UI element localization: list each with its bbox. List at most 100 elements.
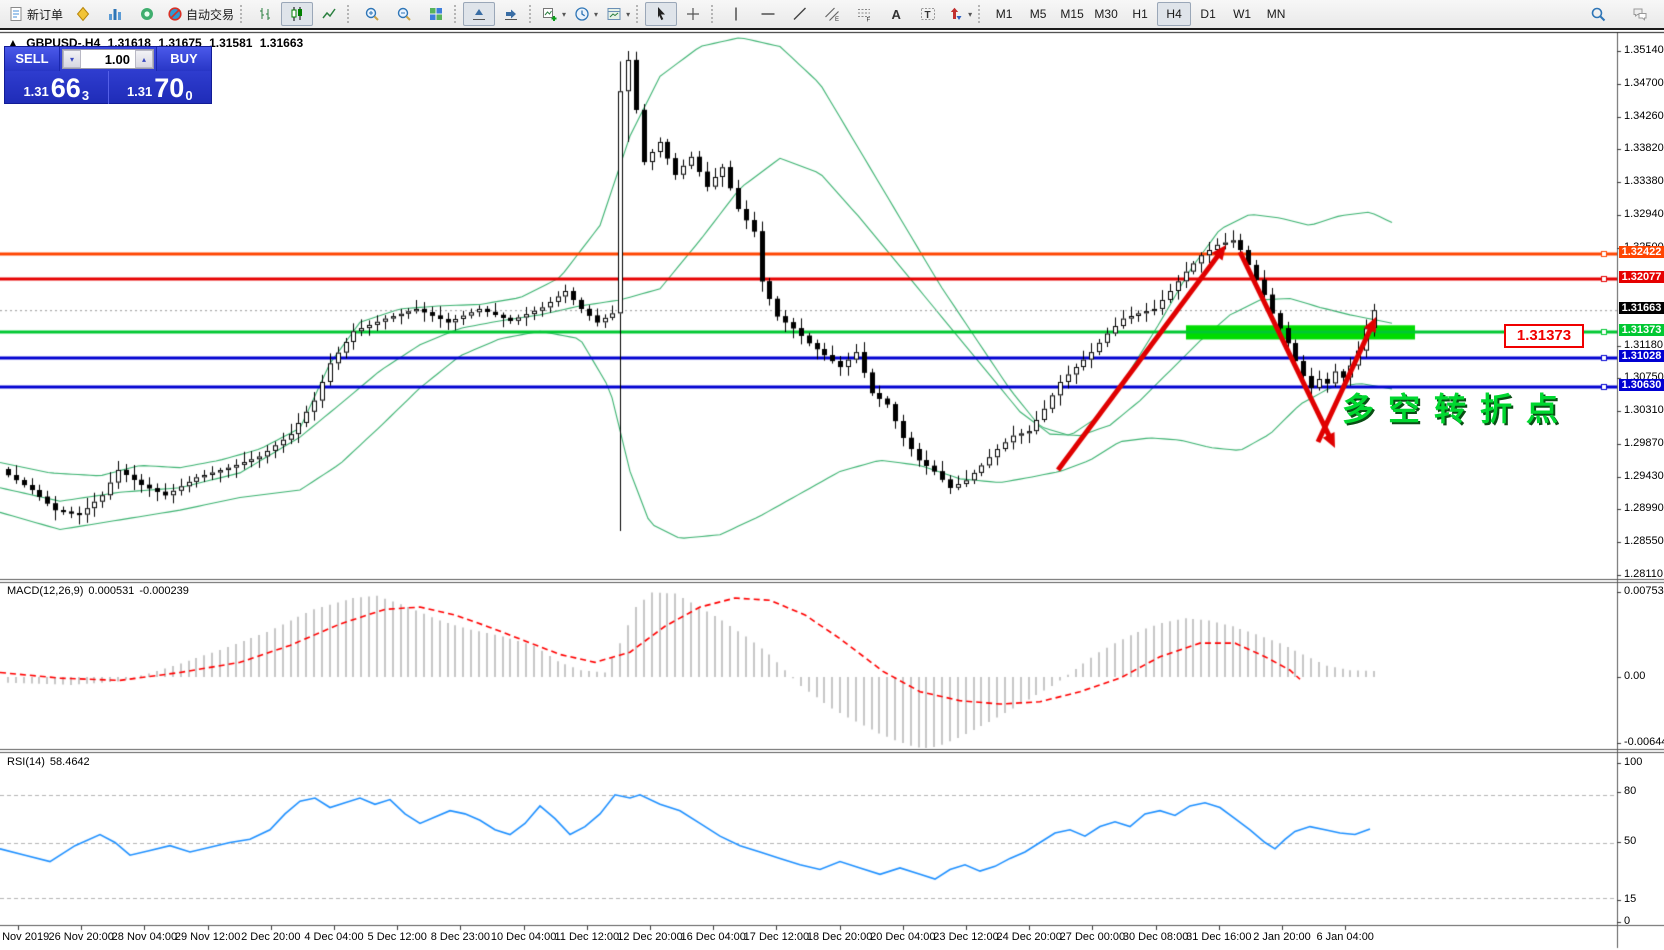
buy-price-prefix: 1.31 bbox=[127, 82, 152, 102]
bars-chart-button[interactable] bbox=[249, 2, 281, 26]
tf-m15-button[interactable]: M15 bbox=[1055, 2, 1089, 26]
toolbar-right bbox=[1582, 2, 1656, 26]
channel-icon: E bbox=[824, 6, 840, 22]
chat-button[interactable] bbox=[1624, 2, 1656, 26]
date-tick-label: 26 Nov 20:00 bbox=[48, 931, 113, 943]
zoom-in-button[interactable] bbox=[356, 2, 388, 26]
buy-button[interactable]: BUY bbox=[156, 47, 211, 71]
tf-w1-button[interactable]: W1 bbox=[1225, 2, 1259, 26]
rsi-indicator-label: RSI(14)58.4642 bbox=[7, 756, 95, 768]
templates-button[interactable]: ▾ bbox=[602, 2, 634, 26]
tf-m1-label: M1 bbox=[996, 7, 1013, 21]
macd-name: MACD(12,26,9) bbox=[7, 585, 83, 597]
tf-mn-label: MN bbox=[1267, 7, 1286, 21]
periods-button[interactable]: ▾ bbox=[570, 2, 602, 26]
trendline-button[interactable] bbox=[784, 2, 816, 26]
price-tick-label: 1.34260 bbox=[1624, 110, 1664, 122]
zoom-out-button[interactable] bbox=[388, 2, 420, 26]
toolbar: 新订单自动交易▾▾▾EFAT▾M1M5M15M30H1H4D1W1MN bbox=[0, 0, 1664, 30]
text-button[interactable]: A bbox=[880, 2, 912, 26]
vertical-line-button[interactable] bbox=[720, 2, 752, 26]
rsi-tick-label: 15 bbox=[1624, 893, 1636, 905]
macd-tick-label: 0.007538 bbox=[1624, 585, 1664, 597]
volume-down-button[interactable]: ▾ bbox=[63, 50, 81, 68]
mt4-window: 新订单自动交易▾▾▾EFAT▾M1M5M15M30H1H4D1W1MN ▲ GB… bbox=[0, 0, 1664, 950]
tf-h1-button[interactable]: H1 bbox=[1123, 2, 1157, 26]
price-tick-label: 1.30310 bbox=[1624, 404, 1664, 416]
alerts-button[interactable] bbox=[131, 2, 163, 26]
fibonacci-button[interactable]: F bbox=[848, 2, 880, 26]
toolbar-separator bbox=[240, 5, 245, 23]
date-tick-label: 16 Dec 04:00 bbox=[680, 931, 745, 943]
tf-h4-button[interactable]: H4 bbox=[1157, 2, 1191, 26]
date-tick-label: 12 Dec 20:00 bbox=[617, 931, 682, 943]
hline-price-label: 1.32077 bbox=[1619, 271, 1664, 283]
tf-d1-button[interactable]: D1 bbox=[1191, 2, 1225, 26]
chevron-down-icon: ▾ bbox=[562, 10, 566, 19]
crosshair-icon bbox=[685, 6, 701, 22]
price-tick-label: 1.28110 bbox=[1624, 568, 1663, 580]
hline-price-label: 1.30630 bbox=[1619, 379, 1664, 391]
svg-text:A: A bbox=[892, 7, 902, 22]
hline-icon bbox=[760, 6, 776, 22]
new-order-button[interactable]: 新订单 bbox=[4, 2, 67, 26]
arrows-button[interactable]: ▾ bbox=[944, 2, 976, 26]
chart-shift-icon bbox=[471, 6, 487, 22]
sell-price[interactable]: 1.31 66 3 bbox=[5, 71, 109, 104]
toolbar-group-draw-objects: E FAT▾ bbox=[720, 1, 976, 27]
horizontal-line-button[interactable] bbox=[752, 2, 784, 26]
date-tick-label: 23 Dec 12:00 bbox=[933, 931, 998, 943]
symbol-search-button[interactable] bbox=[1582, 2, 1614, 26]
autotrading-button[interactable]: 自动交易 bbox=[163, 2, 238, 26]
tf-m30-button[interactable]: M30 bbox=[1089, 2, 1123, 26]
tf-mn-button[interactable]: MN bbox=[1259, 2, 1293, 26]
date-tick-label: 17 Dec 12:00 bbox=[744, 931, 809, 943]
tile-windows-button[interactable] bbox=[420, 2, 452, 26]
price-tick-label: 1.29870 bbox=[1624, 437, 1664, 449]
new-chart-button[interactable]: ▾ bbox=[538, 2, 570, 26]
chart-shift-button[interactable] bbox=[463, 2, 495, 26]
sell-button[interactable]: SELL bbox=[5, 47, 60, 71]
chat-icon bbox=[1632, 6, 1648, 22]
crosshair-button[interactable] bbox=[677, 2, 709, 26]
line-chart-button[interactable] bbox=[313, 2, 345, 26]
date-tick-label: 25 Nov 2019 bbox=[0, 931, 49, 943]
market-watch-button[interactable] bbox=[67, 2, 99, 26]
template-icon bbox=[606, 6, 622, 22]
date-tick-label: 20 Dec 04:00 bbox=[870, 931, 935, 943]
cursor-button[interactable] bbox=[645, 2, 677, 26]
zoom-in-icon bbox=[364, 6, 380, 22]
toolbar-separator bbox=[529, 5, 534, 23]
alerts-icon bbox=[139, 6, 155, 22]
candles-chart-button[interactable] bbox=[281, 2, 313, 26]
buy-price-big: 70 bbox=[154, 75, 184, 102]
rsi-tick-label: 100 bbox=[1624, 756, 1642, 768]
tf-m5-label: M5 bbox=[1030, 7, 1047, 21]
volume-input[interactable]: 1.00 bbox=[81, 50, 135, 68]
date-tick-label: 18 Dec 20:00 bbox=[807, 931, 872, 943]
data-window-button[interactable] bbox=[99, 2, 131, 26]
text-label-button[interactable]: T bbox=[912, 2, 944, 26]
search-icon bbox=[1590, 6, 1606, 22]
date-tick-label: 31 Dec 16:00 bbox=[1186, 931, 1251, 943]
text-icon: A bbox=[888, 6, 904, 22]
one-click-trading-panel: SELL ▾ 1.00 ▴ BUY 1.31 66 3 1.31 70 0 bbox=[4, 46, 212, 104]
turning-point-annotation[interactable]: 多空转折点 bbox=[1342, 384, 1572, 430]
equidistant-channel-button[interactable]: E bbox=[816, 2, 848, 26]
chart-canvas[interactable] bbox=[0, 0, 1664, 950]
chevron-down-icon: ▾ bbox=[594, 10, 598, 19]
volume-up-button[interactable]: ▴ bbox=[135, 50, 153, 68]
buy-price[interactable]: 1.31 70 0 bbox=[109, 71, 212, 104]
svg-text:E: E bbox=[835, 17, 839, 22]
price-annotation-box[interactable]: 1.31373 bbox=[1504, 324, 1584, 348]
cursor-icon bbox=[653, 6, 669, 22]
tf-m1-button[interactable]: M1 bbox=[987, 2, 1021, 26]
toolbar-group-new-objects: ▾ ▾ ▾ bbox=[538, 1, 634, 27]
auto-scroll-icon bbox=[503, 6, 519, 22]
macd-value: 0.000531 bbox=[88, 585, 134, 597]
price-tick-label: 1.28990 bbox=[1624, 502, 1664, 514]
tf-m5-button[interactable]: M5 bbox=[1021, 2, 1055, 26]
rsi-value: 58.4642 bbox=[50, 756, 90, 768]
auto-scroll-button[interactable] bbox=[495, 2, 527, 26]
zoom-out-icon bbox=[396, 6, 412, 22]
